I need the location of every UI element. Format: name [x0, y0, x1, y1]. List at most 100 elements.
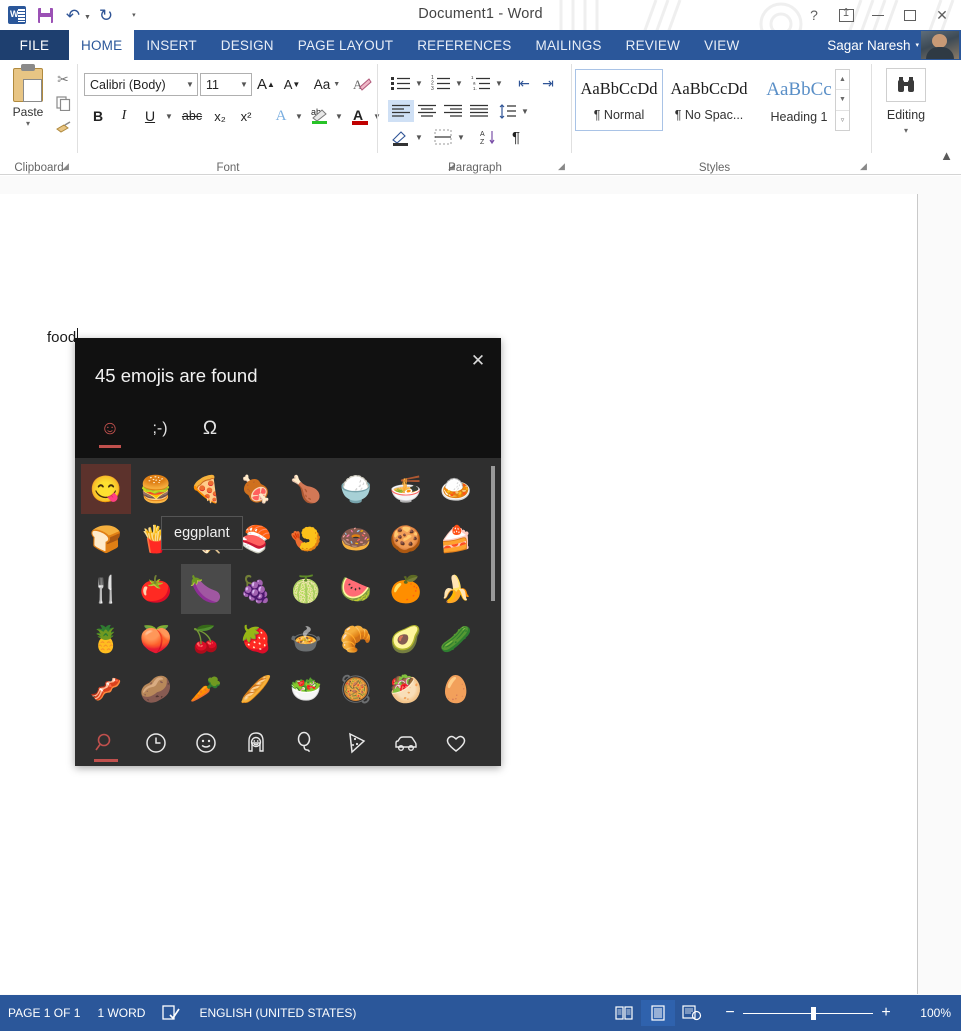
text-effects-button[interactable]: A: [268, 104, 294, 128]
collapse-ribbon-icon[interactable]: ▲: [940, 148, 953, 163]
sort-button[interactable]: AZ: [476, 126, 502, 148]
justify-button[interactable]: [466, 100, 492, 122]
emoji-face-savoring-food[interactable]: 😋: [81, 464, 131, 514]
emoji-grid-scrollbar[interactable]: [491, 466, 495, 711]
align-center-button[interactable]: [414, 100, 440, 122]
ribbon-display-options-icon[interactable]: [831, 3, 861, 27]
line-spacing-button[interactable]: [496, 100, 520, 122]
numbering-button[interactable]: 123: [428, 72, 454, 94]
shading-dropdown-icon[interactable]: ▼: [412, 126, 426, 148]
tab-insert[interactable]: INSERT: [134, 30, 208, 60]
styles-scroll-down-icon[interactable]: ▼: [836, 90, 849, 110]
emoji-steaming-bowl[interactable]: 🍜: [381, 464, 431, 514]
kaomoji-tab[interactable]: ;-): [135, 408, 185, 450]
emoji-stuffed-flatbread[interactable]: 🥙: [381, 664, 431, 714]
emoji-watermelon[interactable]: 🍉: [331, 564, 381, 614]
emoji-tab[interactable]: ☺: [85, 408, 135, 450]
chevron-down-icon[interactable]: ▾: [872, 126, 940, 135]
emoji-cookie[interactable]: 🍪: [381, 514, 431, 564]
emoji-pot-of-food[interactable]: 🍲: [281, 614, 331, 664]
shading-button[interactable]: [388, 126, 414, 148]
clipboard-dialog-launcher[interactable]: ◢: [60, 161, 71, 172]
emoji-pizza[interactable]: 🍕: [181, 464, 231, 514]
styles-scroll[interactable]: ▲ ▼ ▿: [835, 69, 850, 131]
emoji-bread[interactable]: 🍞: [81, 514, 131, 564]
zoom-slider[interactable]: − +: [717, 1004, 899, 1022]
zoom-thumb[interactable]: [811, 1007, 816, 1020]
italic-button[interactable]: I: [112, 104, 136, 128]
recent-category-icon[interactable]: [131, 720, 181, 766]
emoji-melon[interactable]: 🍈: [281, 564, 331, 614]
style-normal[interactable]: AaBbCcDd ¶ Normal: [575, 69, 663, 131]
emoji-egg[interactable]: 🥚: [431, 664, 481, 714]
page-indicator[interactable]: PAGE 1 OF 1: [8, 1006, 80, 1020]
web-layout-icon[interactable]: [675, 1000, 709, 1026]
emoji-cooked-rice[interactable]: 🍚: [331, 464, 381, 514]
emoji-baguette-bread[interactable]: 🥖: [231, 664, 281, 714]
borders-dropdown-icon[interactable]: ▼: [454, 126, 468, 148]
emoji-curry-rice[interactable]: 🍛: [431, 464, 481, 514]
styles-more-icon[interactable]: ▿: [836, 111, 849, 130]
tab-home[interactable]: HOME: [69, 30, 134, 60]
line-spacing-dropdown-icon[interactable]: ▼: [518, 100, 532, 122]
close-icon[interactable]: ✕: [927, 3, 957, 27]
tab-file[interactable]: FILE: [0, 30, 69, 60]
emoji-potato[interactable]: 🥔: [131, 664, 181, 714]
emoji-peach[interactable]: 🍑: [131, 614, 181, 664]
font-size-input[interactable]: 11 ▼: [200, 73, 252, 96]
emoji-avocado[interactable]: 🥑: [381, 614, 431, 664]
tab-references[interactable]: REFERENCES: [405, 30, 523, 60]
minimize-icon[interactable]: [863, 3, 893, 27]
transport-category-icon[interactable]: [381, 720, 431, 766]
align-left-button[interactable]: [388, 100, 414, 122]
read-mode-icon[interactable]: [607, 1000, 641, 1026]
decrease-indent-button[interactable]: ⇤: [512, 72, 536, 94]
smileys-category-icon[interactable]: [181, 720, 231, 766]
search-category-icon[interactable]: [81, 720, 131, 766]
emoji-eggplant[interactable]: 🍆: [181, 564, 231, 614]
paste-button[interactable]: Paste ▾: [6, 68, 50, 128]
account-menu[interactable]: Sagar Naresh ▾: [827, 30, 919, 60]
strikethrough-button[interactable]: abc: [178, 104, 206, 128]
emoji-doughnut[interactable]: 🍩: [331, 514, 381, 564]
emoji-carrot[interactable]: 🥕: [181, 664, 231, 714]
increase-indent-button[interactable]: ⇥: [536, 72, 560, 94]
emoji-croissant[interactable]: 🥐: [331, 614, 381, 664]
superscript-button[interactable]: x²: [234, 104, 258, 128]
emoji-shortcake[interactable]: 🍰: [431, 514, 481, 564]
style-heading-1[interactable]: AaBbCc Heading 1: [755, 69, 843, 131]
symbols-category-icon[interactable]: [431, 720, 481, 766]
zoom-out-button[interactable]: −: [717, 1004, 743, 1022]
bullets-dropdown-icon[interactable]: ▼: [412, 72, 426, 94]
avatar[interactable]: [921, 31, 959, 59]
emoji-fried-shrimp[interactable]: 🍤: [281, 514, 331, 564]
help-icon[interactable]: ?: [799, 3, 829, 27]
highlight-dropdown-icon[interactable]: ▼: [332, 104, 346, 128]
bullets-button[interactable]: [388, 72, 414, 94]
print-layout-icon[interactable]: [641, 1000, 675, 1026]
text-highlight-button[interactable]: ab: [306, 104, 334, 128]
underline-button[interactable]: U: [138, 104, 162, 128]
copy-icon[interactable]: [52, 92, 74, 114]
binoculars-icon[interactable]: [886, 68, 926, 102]
zoom-track[interactable]: [743, 1013, 873, 1014]
emoji-grid[interactable]: 😋 🍔 🍕 🍖 🍗 🍚 🍜 🍛 🍞 🍟 🍢 🍣 🍤 🍩 🍪 🍰: [75, 458, 501, 720]
cut-icon[interactable]: ✂: [52, 68, 74, 90]
multilevel-list-button[interactable]: 1a1.: [468, 72, 494, 94]
paragraph-dialog-launcher[interactable]: ◢: [556, 161, 567, 172]
emoji-tomato[interactable]: 🍅: [131, 564, 181, 614]
align-right-button[interactable]: [440, 100, 466, 122]
grow-font-button[interactable]: A▲: [254, 73, 278, 96]
proofing-icon[interactable]: [162, 1005, 182, 1021]
tab-design[interactable]: DESIGN: [209, 30, 286, 60]
shrink-font-button[interactable]: A▼: [280, 73, 304, 96]
zoom-level[interactable]: 100%: [905, 1006, 951, 1020]
close-icon[interactable]: ✕: [463, 348, 493, 374]
borders-button[interactable]: [430, 126, 456, 148]
underline-dropdown-icon[interactable]: ▼: [162, 104, 176, 128]
format-painter-icon[interactable]: [52, 116, 74, 138]
styles-dialog-launcher[interactable]: ◢: [858, 161, 869, 172]
restore-icon[interactable]: [895, 3, 925, 27]
language-indicator[interactable]: ENGLISH (UNITED STATES): [199, 1006, 356, 1020]
word-count[interactable]: 1 WORD: [97, 1006, 145, 1020]
